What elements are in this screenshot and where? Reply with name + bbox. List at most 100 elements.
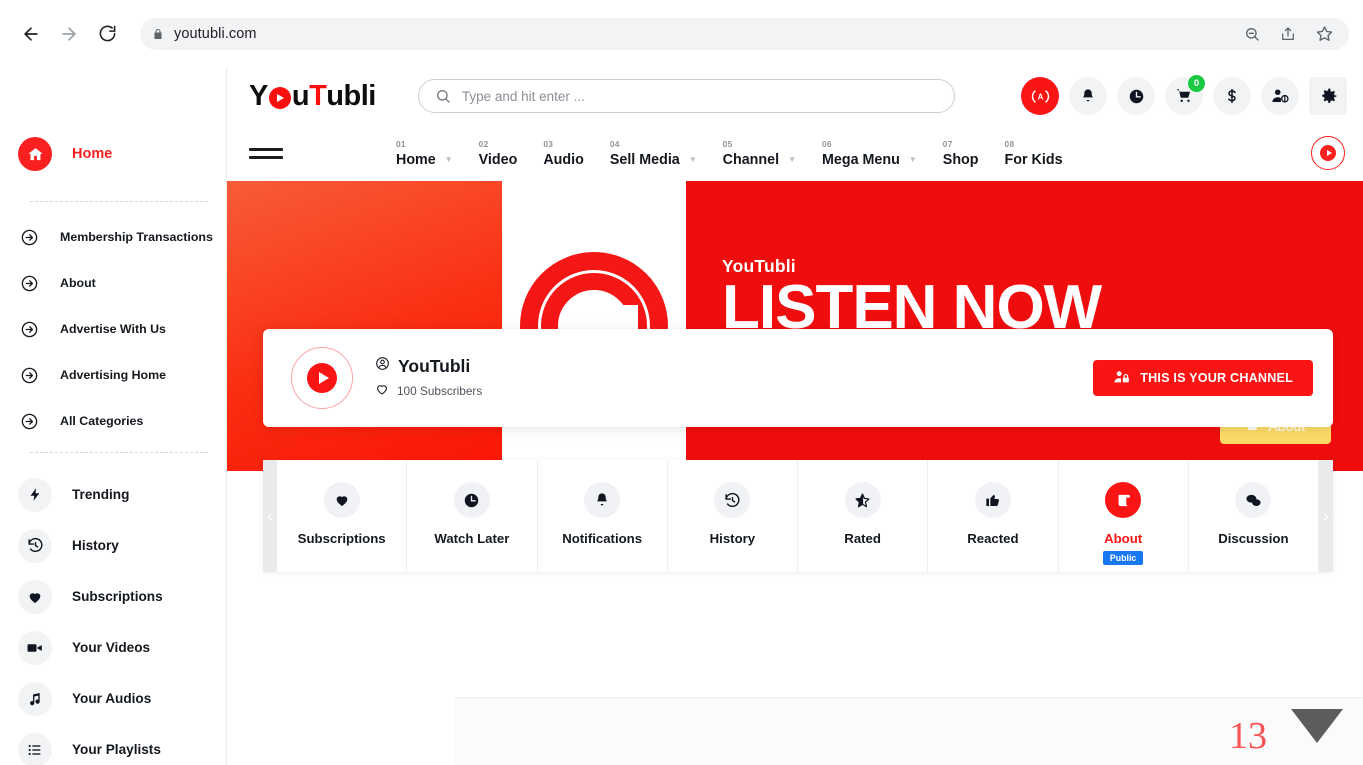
sidebar-sub-label: Advertise With Us [60,321,166,336]
logo-play-icon [268,87,291,109]
video-camera-icon [18,630,52,665]
sidebar-item-all-categories[interactable]: All Categories [0,404,226,438]
music-note-icon [18,681,52,716]
sidebar-item-trending[interactable]: Trending [0,469,226,520]
sidebar-main-label: Your Audios [72,691,152,706]
scroll-icon [1105,482,1142,518]
sidebar-item-history[interactable]: History [0,520,226,571]
main-content: YuTubli A 0 [227,67,1363,765]
arrow-circle-right-icon [18,410,40,432]
heart-outline-icon [375,382,389,401]
browser-reload-button[interactable] [90,17,124,51]
tab-label: Discussion [1218,531,1289,546]
sidebar-main-label: Trending [72,487,130,502]
sidebar-divider-1 [30,201,208,202]
tab-reacted[interactable]: Reacted [928,460,1059,572]
nav-item-home[interactable]: 01 Home ▼ [383,139,466,168]
sidebar-sub-label: Membership Transactions [60,229,213,244]
search-input[interactable] [461,88,938,104]
nav-label: Shop [942,151,979,168]
arrow-circle-right-icon [18,318,40,340]
nav-item-video[interactable]: 02 Video [466,139,531,168]
nav-number: 07 [942,138,953,149]
sidebar-item-home[interactable]: Home [0,129,226,179]
hero-banner: YouTubli LISTEN NOW A global online vide… [227,181,1363,471]
chevron-down-icon: ▼ [444,154,453,164]
arrow-circle-right-icon [18,226,40,248]
nav-label: Mega Menu [822,151,900,168]
nav-item-shop[interactable]: 07 Shop [930,139,992,168]
nav-item-audio[interactable]: 03 Audio [530,139,597,168]
zoom-out-icon[interactable] [1244,26,1260,42]
browser-back-button[interactable] [14,17,48,51]
hero-gradient-panel [227,181,502,471]
chevron-down-icon: ▼ [788,154,796,164]
tab-history[interactable]: History [668,460,798,572]
logo-part-2: u [291,79,310,112]
tab-discussion[interactable]: Discussion [1189,460,1319,572]
live-broadcast-icon[interactable]: A [1021,77,1059,115]
tabstrip-prev-button[interactable]: ‹ [263,460,277,572]
sidebar-main-label: Subscriptions [72,589,163,604]
site-logo[interactable]: Yu Tubli [249,80,376,113]
tabstrip-next-button[interactable]: › [1319,460,1333,572]
sidebar-item-your-videos[interactable]: Your Videos [0,622,226,673]
main-navigation: 01 Home ▼ 02 Video 03 Audio 04 Sell Media… [227,125,1363,181]
sidebar-main-label: Your Playlists [72,742,161,757]
tab-label: History [709,531,756,546]
nav-item-mega-menu[interactable]: 06 Mega Menu ▼ [809,139,930,168]
settings-gear-icon[interactable] [1309,77,1347,115]
this-is-your-channel-button[interactable]: THIS IS YOUR CHANNEL [1093,360,1313,396]
hero-text-panel: YouTubli LISTEN NOW A global online vide… [686,181,1363,471]
nav-item-sell-media[interactable]: 04 Sell Media ▼ [597,139,710,168]
sidebar-item-membership-transactions[interactable]: Membership Transactions [0,220,226,254]
hamburger-icon[interactable] [249,147,283,159]
sidebar-main-label: History [72,538,119,553]
history-icon [714,482,751,518]
sidebar: Home Membership Transactions About Adver… [0,67,227,765]
heart-icon [18,579,52,614]
avatar[interactable] [291,347,353,409]
bolt-icon [18,477,52,512]
search-bar[interactable] [417,79,955,113]
tab-list: Subscriptions Watch Later Notifications [277,460,1319,572]
nav-item-for-kids[interactable]: 08 For Kids [992,139,1076,168]
cart-badge: 0 [1188,75,1205,92]
nav-label: Audio [543,151,584,168]
tab-rated[interactable]: Rated [798,460,929,572]
clock-icon[interactable] [1117,77,1155,115]
dollar-icon[interactable] [1213,77,1251,115]
browser-toolbar: youtubli.com [0,0,1363,67]
browser-forward-button[interactable] [52,17,86,51]
comments-icon [1235,482,1272,518]
bookmark-star-icon[interactable] [1316,25,1333,42]
bell-icon[interactable] [1069,77,1107,115]
sidebar-sub-label: Advertising Home [60,367,167,382]
tab-notifications[interactable]: Notifications [538,460,668,572]
search-icon [435,88,451,104]
browser-address-bar[interactable]: youtubli.com [140,17,1349,50]
scroll-down-triangle-icon[interactable] [1291,709,1343,743]
sidebar-item-your-audios[interactable]: Your Audios [0,673,226,724]
sidebar-item-about[interactable]: About [0,266,226,300]
lock-icon [152,27,164,41]
channel-meta: YouTubli 100 Subscribers [375,356,482,401]
sidebar-item-your-playlists[interactable]: Your Playlists [0,724,226,765]
history-icon [18,528,52,563]
logo-part-t: T [309,79,327,112]
nav-item-channel[interactable]: 05 Channel ▼ [710,139,809,168]
nav-label: Home [396,151,436,168]
cart-icon[interactable]: 0 [1165,75,1205,115]
play-circle-icon[interactable] [1311,136,1345,170]
tab-subscriptions[interactable]: Subscriptions [277,460,408,572]
logo-part-1: Y [249,79,268,112]
tab-about[interactable]: About Public [1059,460,1189,572]
user-privacy-icon[interactable] [1261,77,1299,115]
tab-label: Notifications [562,531,643,546]
chevron-down-icon: ▼ [908,154,917,164]
sidebar-item-advertise-with-us[interactable]: Advertise With Us [0,312,226,346]
sidebar-item-subscriptions[interactable]: Subscriptions [0,571,226,622]
tab-watch-later[interactable]: Watch Later [407,460,538,572]
sidebar-item-advertising-home[interactable]: Advertising Home [0,358,226,392]
share-icon[interactable] [1280,26,1296,42]
